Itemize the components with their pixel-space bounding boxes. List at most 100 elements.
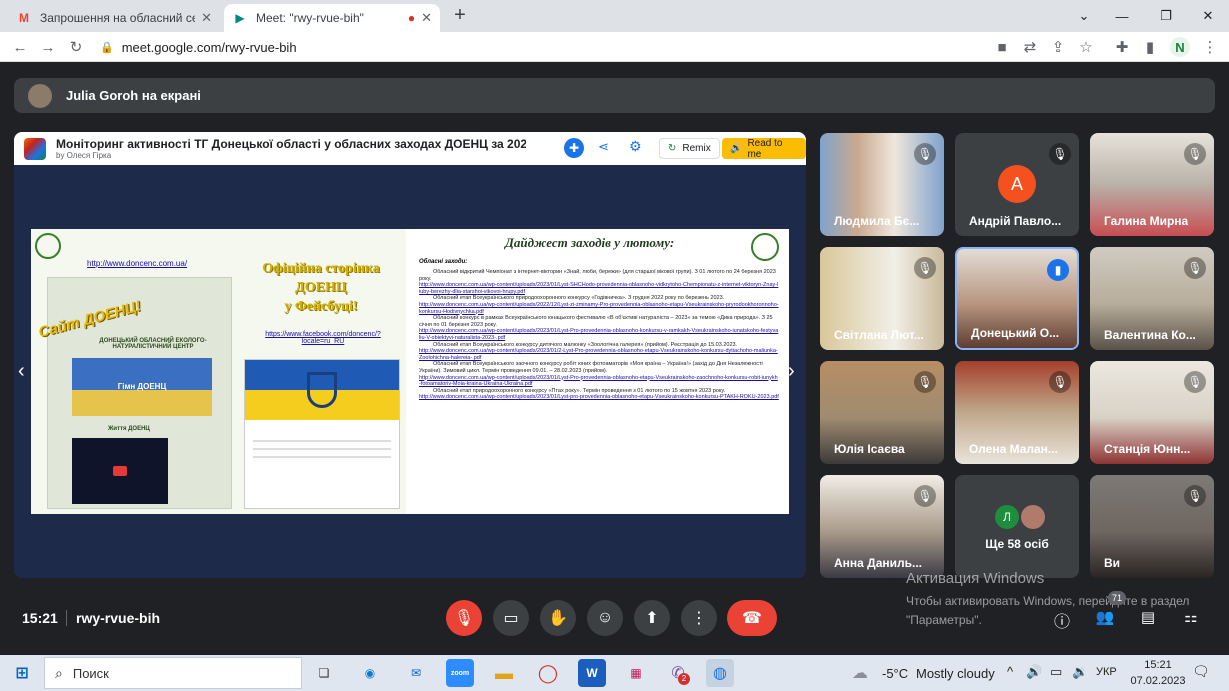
menu-dots-icon[interactable]: ⋮	[1200, 37, 1220, 57]
mail-icon[interactable]: ✉	[402, 659, 430, 687]
video-thumbnail[interactable]	[72, 438, 168, 504]
windows-taskbar: ⊞ ⌕ Поиск ❏ ◉ ✉ zoom ▬ ◯ W ▦ ✆ 2 ◍ ☁ -5°…	[0, 655, 1229, 691]
self-tile[interactable]: 🎙 Ви	[1090, 475, 1214, 578]
taskbar-search[interactable]: ⌕ Поиск	[44, 657, 302, 689]
maximize-icon[interactable]: ❐	[1144, 0, 1188, 32]
zoom-icon[interactable]: zoom	[446, 659, 474, 687]
participant-tile[interactable]: 🎙 Анна Даниль...	[820, 475, 944, 578]
activities-icon[interactable]: ⚏	[1180, 608, 1202, 628]
volume-icon[interactable]: 🔊	[1026, 664, 1042, 680]
mic-off-icon: 🎙	[914, 371, 936, 393]
chat-icon[interactable]: ▤	[1138, 608, 1158, 628]
participant-tile[interactable]: 🎙 Олена Малан...	[955, 361, 1079, 464]
weather-desc[interactable]: Mostly cloudy	[916, 666, 995, 681]
side-panel-icon[interactable]: ▮	[1140, 37, 1160, 57]
edge-icon[interactable]: ◉	[356, 659, 384, 687]
word-icon[interactable]: W	[578, 659, 606, 687]
viber-badge: 2	[678, 673, 690, 685]
raise-hand-button[interactable]: ✋	[540, 600, 576, 636]
camera-icon[interactable]: ■	[992, 37, 1012, 57]
share-icon[interactable]: ⇪	[1048, 37, 1068, 57]
presenter-avatar	[28, 83, 52, 108]
weather-temp[interactable]: -5°C	[882, 666, 908, 681]
mic-off-icon: 🎙	[1184, 257, 1206, 279]
clock[interactable]: 15:21 07.02.2023	[1128, 657, 1188, 689]
anthem-image: Гімн ДОЕНЦ	[72, 358, 212, 416]
participant-tile[interactable]: 🎙 Людмила Бє...	[820, 133, 944, 236]
camera-icon: ▭	[503, 610, 519, 627]
translate-icon[interactable]: ⇄	[1020, 37, 1040, 57]
people-count-badge: 71	[1108, 591, 1127, 605]
participant-tile[interactable]: 🎙 Валентина Ко...	[1090, 247, 1214, 350]
mic-toggle-button[interactable]: 🎙	[446, 600, 482, 636]
participant-tile[interactable]: 🎙 Юлія Ісаєва	[820, 361, 944, 464]
lock-icon: 🔒	[100, 41, 114, 54]
remix-button[interactable]: ↻ Remix	[659, 138, 720, 159]
present-button[interactable]: ⬆	[634, 600, 670, 636]
bookmark-star-icon[interactable]: ☆	[1076, 37, 1096, 57]
doenc-logo-icon	[35, 233, 61, 259]
mic-off-icon: 🎙	[1184, 371, 1206, 393]
center-name: ДОНЕЦЬКИЙ ОБЛАСНИЙ ЕКОЛОГО-НАТУРАЛІСТИЧН…	[99, 338, 207, 350]
share-icon[interactable]: ⋖	[598, 139, 609, 155]
people-icon[interactable]: 👥	[1094, 608, 1116, 628]
settings-gear-icon[interactable]: ⚙	[629, 138, 642, 155]
next-slide-icon[interactable]: ›	[788, 360, 795, 383]
more-options-button[interactable]: ⋮	[681, 600, 717, 636]
address-bar[interactable]: 🔒 meet.google.com/rwy-rvue-bih	[100, 35, 980, 59]
close-tab-icon[interactable]: ✕	[201, 10, 212, 26]
chrome-icon[interactable]: ◍	[706, 659, 734, 687]
store-icon[interactable]: ▦	[622, 659, 650, 687]
notifications-icon[interactable]: 🗨	[1192, 663, 1210, 680]
avatar: Л	[995, 505, 1019, 529]
slide-author: by Олеся Гірка	[56, 151, 112, 160]
minimize-icon[interactable]: —	[1100, 0, 1144, 32]
facebook-link[interactable]: https://www.facebook.com/doncenc/?locale…	[253, 331, 393, 345]
navigation-icon[interactable]: ✚	[564, 138, 584, 158]
input-language[interactable]: УКР	[1096, 666, 1117, 678]
close-tab-icon[interactable]: ✕	[421, 10, 432, 26]
mic-off-icon: 🎙	[1049, 371, 1071, 393]
leave-call-button[interactable]: ☎	[727, 600, 777, 636]
presenting-bar: Julia Goroh на екрані	[14, 78, 1215, 113]
network-icon[interactable]: ▭	[1050, 664, 1062, 680]
participant-tile[interactable]: 🎙 Станція Юнн...	[1090, 361, 1214, 464]
site-link[interactable]: http://www.doncenc.com.ua/	[87, 259, 187, 268]
file-explorer-icon[interactable]: ▬	[490, 659, 518, 687]
new-tab-button[interactable]: +	[448, 4, 472, 28]
back-icon[interactable]: ←	[10, 37, 30, 57]
tab-meet[interactable]: ▶ Meet: "rwy-rvue-bih" ● ✕	[224, 4, 440, 32]
speaking-indicator-icon: ▮	[1047, 259, 1069, 281]
divider	[66, 610, 67, 626]
tab-gmail[interactable]: M Запрошення на обласний семі ✕	[8, 4, 220, 32]
hand-icon: ✋	[548, 610, 568, 627]
read-to-me-button[interactable]: 🔊 Read to me	[722, 138, 806, 160]
forward-icon[interactable]: →	[38, 37, 58, 57]
close-window-icon[interactable]: ✕	[1186, 0, 1229, 32]
speaker-icon[interactable]: 🔉	[1072, 664, 1088, 680]
participant-tile[interactable]: А 🎙 Андрій Павло...	[955, 133, 1079, 236]
slide-header: Моніторинг активності ТГ Донецької облас…	[14, 132, 806, 165]
task-view-icon[interactable]: ❏	[310, 659, 338, 687]
participant-tile[interactable]: ▮ Донецький О...	[955, 247, 1079, 350]
reactions-button[interactable]: ☺	[587, 600, 623, 636]
meeting-info-icon[interactable]: ⓘ	[1052, 608, 1072, 631]
more-participants-tile[interactable]: Л Ще 58 осіб	[955, 475, 1079, 578]
tray-expand-icon[interactable]: ^	[1007, 664, 1013, 679]
facebook-title: Офіційна сторінка ДОЕНЦ у Фейсбуці!	[262, 261, 380, 314]
prev-slide-icon[interactable]: ‹	[18, 360, 25, 383]
camera-toggle-button[interactable]: ▭	[493, 600, 529, 636]
windows-start-icon[interactable]: ⊞	[8, 659, 36, 687]
emoji-icon: ☺	[596, 609, 614, 626]
participant-tile[interactable]: 🎙 Галина Мирна	[1090, 133, 1214, 236]
meet-icon: ▶	[235, 11, 245, 25]
participant-tile[interactable]: 🎙 Світлана Лют...	[820, 247, 944, 350]
avatar	[1021, 505, 1045, 529]
reload-icon[interactable]: ↻	[66, 37, 86, 57]
slide-content: http://www.doncenc.com.ua/ ДОНЕЦЬКИЙ ОБЛ…	[31, 229, 789, 514]
opera-icon[interactable]: ◯	[534, 659, 562, 687]
extensions-icon[interactable]: ✚	[1112, 37, 1132, 57]
trident-icon	[307, 372, 337, 408]
meeting-code: rwy-rvue-bih	[76, 610, 161, 626]
profile-avatar[interactable]: N	[1170, 37, 1190, 57]
